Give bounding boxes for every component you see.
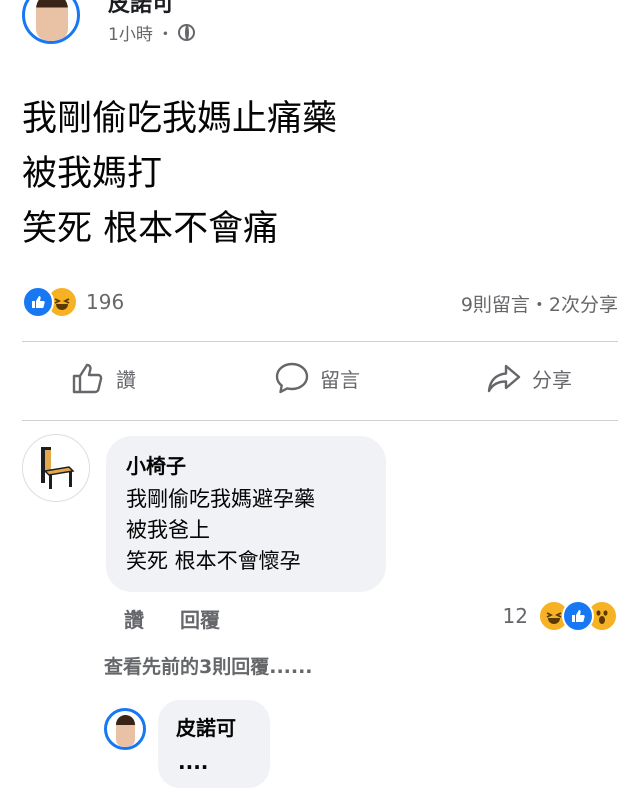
comment-reaction-count: 12: [502, 604, 528, 628]
reply-avatar-photo: [116, 715, 135, 747]
commenter-name[interactable]: 小椅子: [126, 450, 186, 479]
comment-line: 笑死 根本不會懷孕: [126, 549, 301, 573]
comment-bubble: 小椅子 我剛偷吃我媽避孕藥 被我爸上 笑死 根本不會懷孕: [106, 436, 386, 592]
reaction-count[interactable]: 196: [86, 290, 124, 314]
comment-line: 我剛偷吃我媽避孕藥: [126, 487, 315, 511]
post-time[interactable]: 1小時: [108, 20, 153, 45]
commenter-avatar[interactable]: [22, 434, 90, 502]
comment-line: 被我爸上: [126, 518, 210, 542]
post-reactions[interactable]: 196: [22, 286, 124, 318]
comment-button-label: 留言: [320, 367, 360, 392]
like-button-label: 讚: [116, 367, 136, 392]
share-button[interactable]: 分享: [486, 360, 572, 396]
author-avatar-photo: [36, 0, 68, 41]
post-author-name[interactable]: 皮諾可: [108, 0, 174, 18]
post-body: 我剛偷吃我媽止痛藥 被我媽打 笑死 根本不會痛: [22, 92, 337, 257]
like-icon: [22, 286, 54, 318]
share-icon: [487, 364, 521, 393]
post-line: 我剛偷吃我媽止痛藥: [22, 99, 338, 139]
divider: [22, 341, 618, 342]
globe-icon[interactable]: [177, 24, 195, 41]
comment-share-counts[interactable]: 9則留言・2次分享: [461, 290, 618, 317]
post-line: 笑死 根本不會痛: [22, 209, 279, 249]
comment-actions: 讚 回覆: [124, 604, 220, 633]
author-avatar[interactable]: [22, 0, 80, 44]
like-icon: [562, 600, 594, 632]
meta-separator: ・: [156, 25, 174, 45]
comment-reply-button[interactable]: 回覆: [180, 604, 220, 633]
reply-body: ....: [178, 750, 209, 774]
comment-reactions[interactable]: 12: [503, 600, 618, 632]
share-button-label: 分享: [532, 367, 572, 392]
comment-button[interactable]: 留言: [274, 360, 360, 396]
comment-body: 我剛偷吃我媽避孕藥 被我爸上 笑死 根本不會懷孕: [126, 484, 315, 577]
chair-icon: [41, 447, 75, 489]
reply-bubble: 皮諾可 ....: [158, 700, 270, 788]
thumbs-up-icon: [72, 363, 103, 394]
post-meta: 1小時 ・: [108, 20, 195, 45]
reply-author-avatar[interactable]: [104, 708, 146, 750]
like-button[interactable]: 讚: [70, 360, 136, 396]
comment-like-button[interactable]: 讚: [124, 604, 144, 633]
view-previous-replies-link[interactable]: 查看先前的3則回覆......: [104, 652, 313, 679]
comment-icon: [275, 362, 309, 394]
reply-author-name[interactable]: 皮諾可: [176, 712, 236, 741]
post-line: 被我媽打: [22, 154, 163, 194]
divider: [22, 420, 618, 421]
